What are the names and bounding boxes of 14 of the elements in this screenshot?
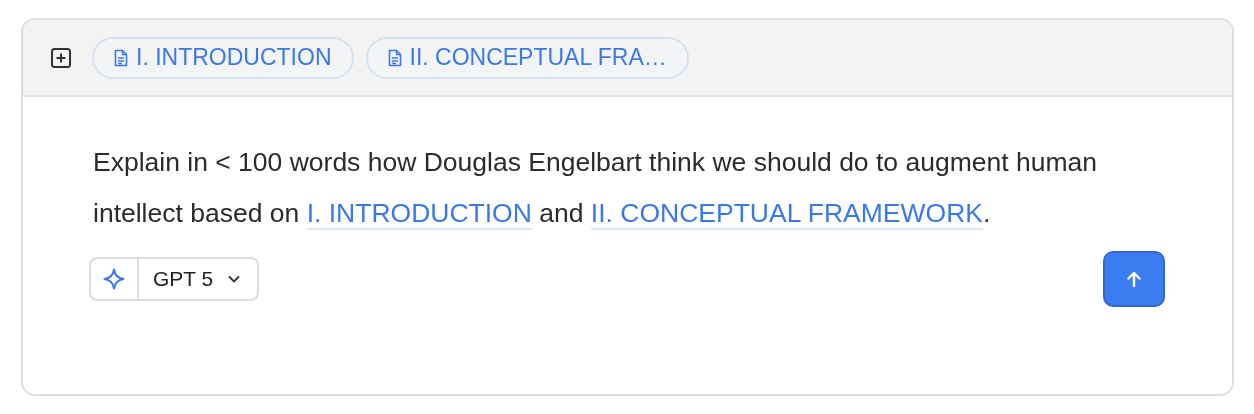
arrow-up-icon [1124, 269, 1144, 289]
add-icon [50, 46, 72, 69]
sparkle-icon [102, 267, 126, 291]
document-icon [387, 48, 402, 67]
document-icon [114, 48, 128, 67]
section-link[interactable]: II. CONCEPTUAL FRAMEWORK [590, 198, 983, 230]
model-picker[interactable]: GPT 5 [89, 257, 260, 301]
context-chip[interactable]: I. INTRODUCTION [92, 36, 354, 79]
section-link[interactable]: I. INTRODUCTION [306, 198, 532, 230]
send-button[interactable] [1103, 251, 1165, 307]
model-name: GPT 5 [153, 267, 214, 291]
chevron-down-icon [227, 274, 242, 284]
prompt-text: Explain in < 100 words how Douglas Engelbart think we should do to augment human intellect based on I. INTRODUCTION and II. CONCEPTUAL FRAMEWORK. [93, 146, 1098, 232]
context-chip[interactable]: II. CONCEPTUAL FRA… [365, 36, 689, 79]
